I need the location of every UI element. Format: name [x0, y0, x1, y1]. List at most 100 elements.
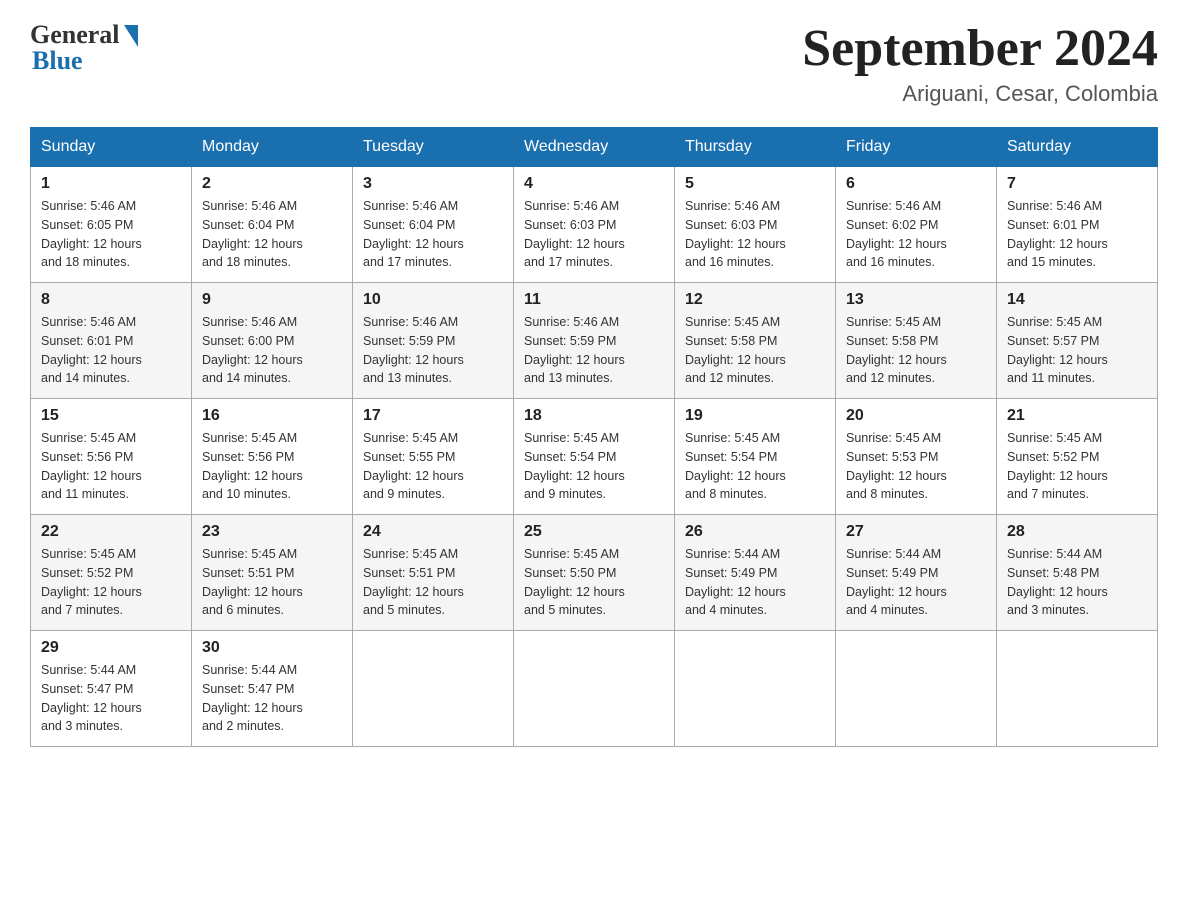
day-info: Sunrise: 5:44 AM Sunset: 5:49 PM Dayligh… [685, 545, 825, 620]
day-info: Sunrise: 5:45 AM Sunset: 5:52 PM Dayligh… [1007, 429, 1147, 504]
calendar-cell: 7 Sunrise: 5:46 AM Sunset: 6:01 PM Dayli… [997, 167, 1158, 283]
col-header-tuesday: Tuesday [353, 128, 514, 167]
title-section: September 2024 Ariguani, Cesar, Colombia [802, 20, 1158, 107]
logo-triangle-icon [124, 25, 138, 47]
calendar-cell: 11 Sunrise: 5:46 AM Sunset: 5:59 PM Dayl… [514, 283, 675, 399]
day-number: 2 [202, 175, 342, 193]
day-number: 16 [202, 407, 342, 425]
day-number: 9 [202, 291, 342, 309]
day-info: Sunrise: 5:44 AM Sunset: 5:49 PM Dayligh… [846, 545, 986, 620]
day-number: 15 [41, 407, 181, 425]
day-info: Sunrise: 5:45 AM Sunset: 5:53 PM Dayligh… [846, 429, 986, 504]
calendar-cell: 6 Sunrise: 5:46 AM Sunset: 6:02 PM Dayli… [836, 167, 997, 283]
day-number: 5 [685, 175, 825, 193]
calendar-cell: 19 Sunrise: 5:45 AM Sunset: 5:54 PM Dayl… [675, 399, 836, 515]
calendar-cell: 15 Sunrise: 5:45 AM Sunset: 5:56 PM Dayl… [31, 399, 192, 515]
day-info: Sunrise: 5:45 AM Sunset: 5:56 PM Dayligh… [41, 429, 181, 504]
calendar-cell [836, 631, 997, 747]
calendar-cell [514, 631, 675, 747]
calendar-cell: 17 Sunrise: 5:45 AM Sunset: 5:55 PM Dayl… [353, 399, 514, 515]
day-number: 21 [1007, 407, 1147, 425]
day-number: 14 [1007, 291, 1147, 309]
week-row-5: 29 Sunrise: 5:44 AM Sunset: 5:47 PM Dayl… [31, 631, 1158, 747]
day-number: 26 [685, 523, 825, 541]
calendar-table: Sunday Monday Tuesday Wednesday Thursday… [30, 127, 1158, 747]
day-info: Sunrise: 5:45 AM Sunset: 5:56 PM Dayligh… [202, 429, 342, 504]
week-row-2: 8 Sunrise: 5:46 AM Sunset: 6:01 PM Dayli… [31, 283, 1158, 399]
day-info: Sunrise: 5:44 AM Sunset: 5:47 PM Dayligh… [41, 661, 181, 736]
calendar-cell: 9 Sunrise: 5:46 AM Sunset: 6:00 PM Dayli… [192, 283, 353, 399]
day-number: 30 [202, 639, 342, 657]
col-header-monday: Monday [192, 128, 353, 167]
day-info: Sunrise: 5:45 AM Sunset: 5:50 PM Dayligh… [524, 545, 664, 620]
day-number: 11 [524, 291, 664, 309]
col-header-friday: Friday [836, 128, 997, 167]
day-info: Sunrise: 5:46 AM Sunset: 6:04 PM Dayligh… [202, 197, 342, 272]
week-row-4: 22 Sunrise: 5:45 AM Sunset: 5:52 PM Dayl… [31, 515, 1158, 631]
day-info: Sunrise: 5:46 AM Sunset: 6:03 PM Dayligh… [685, 197, 825, 272]
calendar-cell: 21 Sunrise: 5:45 AM Sunset: 5:52 PM Dayl… [997, 399, 1158, 515]
calendar-cell: 30 Sunrise: 5:44 AM Sunset: 5:47 PM Dayl… [192, 631, 353, 747]
calendar-cell: 29 Sunrise: 5:44 AM Sunset: 5:47 PM Dayl… [31, 631, 192, 747]
calendar-cell: 23 Sunrise: 5:45 AM Sunset: 5:51 PM Dayl… [192, 515, 353, 631]
calendar-cell: 18 Sunrise: 5:45 AM Sunset: 5:54 PM Dayl… [514, 399, 675, 515]
day-number: 27 [846, 523, 986, 541]
calendar-cell: 24 Sunrise: 5:45 AM Sunset: 5:51 PM Dayl… [353, 515, 514, 631]
day-info: Sunrise: 5:45 AM Sunset: 5:51 PM Dayligh… [202, 545, 342, 620]
calendar-cell: 27 Sunrise: 5:44 AM Sunset: 5:49 PM Dayl… [836, 515, 997, 631]
calendar-cell: 25 Sunrise: 5:45 AM Sunset: 5:50 PM Dayl… [514, 515, 675, 631]
day-number: 10 [363, 291, 503, 309]
logo: General Blue [30, 20, 138, 76]
day-info: Sunrise: 5:46 AM Sunset: 6:02 PM Dayligh… [846, 197, 986, 272]
logo-blue-text: Blue [32, 46, 83, 76]
week-row-3: 15 Sunrise: 5:45 AM Sunset: 5:56 PM Dayl… [31, 399, 1158, 515]
calendar-cell: 5 Sunrise: 5:46 AM Sunset: 6:03 PM Dayli… [675, 167, 836, 283]
day-info: Sunrise: 5:45 AM Sunset: 5:58 PM Dayligh… [846, 313, 986, 388]
day-info: Sunrise: 5:46 AM Sunset: 6:01 PM Dayligh… [1007, 197, 1147, 272]
calendar-cell [675, 631, 836, 747]
day-number: 24 [363, 523, 503, 541]
day-info: Sunrise: 5:46 AM Sunset: 6:05 PM Dayligh… [41, 197, 181, 272]
col-header-thursday: Thursday [675, 128, 836, 167]
calendar-cell [997, 631, 1158, 747]
calendar-cell: 14 Sunrise: 5:45 AM Sunset: 5:57 PM Dayl… [997, 283, 1158, 399]
week-row-1: 1 Sunrise: 5:46 AM Sunset: 6:05 PM Dayli… [31, 167, 1158, 283]
col-header-wednesday: Wednesday [514, 128, 675, 167]
day-info: Sunrise: 5:44 AM Sunset: 5:47 PM Dayligh… [202, 661, 342, 736]
calendar-cell [353, 631, 514, 747]
calendar-cell: 20 Sunrise: 5:45 AM Sunset: 5:53 PM Dayl… [836, 399, 997, 515]
calendar-cell: 3 Sunrise: 5:46 AM Sunset: 6:04 PM Dayli… [353, 167, 514, 283]
day-number: 6 [846, 175, 986, 193]
day-info: Sunrise: 5:45 AM Sunset: 5:58 PM Dayligh… [685, 313, 825, 388]
day-info: Sunrise: 5:45 AM Sunset: 5:55 PM Dayligh… [363, 429, 503, 504]
day-number: 3 [363, 175, 503, 193]
day-number: 22 [41, 523, 181, 541]
day-number: 18 [524, 407, 664, 425]
calendar-cell: 22 Sunrise: 5:45 AM Sunset: 5:52 PM Dayl… [31, 515, 192, 631]
day-number: 13 [846, 291, 986, 309]
day-info: Sunrise: 5:46 AM Sunset: 6:01 PM Dayligh… [41, 313, 181, 388]
day-number: 20 [846, 407, 986, 425]
calendar-cell: 10 Sunrise: 5:46 AM Sunset: 5:59 PM Dayl… [353, 283, 514, 399]
day-number: 4 [524, 175, 664, 193]
calendar-cell: 8 Sunrise: 5:46 AM Sunset: 6:01 PM Dayli… [31, 283, 192, 399]
col-header-sunday: Sunday [31, 128, 192, 167]
calendar-cell: 2 Sunrise: 5:46 AM Sunset: 6:04 PM Dayli… [192, 167, 353, 283]
day-info: Sunrise: 5:46 AM Sunset: 6:04 PM Dayligh… [363, 197, 503, 272]
day-number: 12 [685, 291, 825, 309]
col-header-saturday: Saturday [997, 128, 1158, 167]
day-info: Sunrise: 5:45 AM Sunset: 5:54 PM Dayligh… [524, 429, 664, 504]
day-number: 7 [1007, 175, 1147, 193]
day-number: 8 [41, 291, 181, 309]
calendar-header-row: Sunday Monday Tuesday Wednesday Thursday… [31, 128, 1158, 167]
day-number: 19 [685, 407, 825, 425]
day-number: 17 [363, 407, 503, 425]
calendar-cell: 28 Sunrise: 5:44 AM Sunset: 5:48 PM Dayl… [997, 515, 1158, 631]
location-text: Ariguani, Cesar, Colombia [802, 81, 1158, 107]
day-number: 25 [524, 523, 664, 541]
day-info: Sunrise: 5:46 AM Sunset: 6:00 PM Dayligh… [202, 313, 342, 388]
calendar-cell: 13 Sunrise: 5:45 AM Sunset: 5:58 PM Dayl… [836, 283, 997, 399]
day-info: Sunrise: 5:44 AM Sunset: 5:48 PM Dayligh… [1007, 545, 1147, 620]
day-info: Sunrise: 5:45 AM Sunset: 5:52 PM Dayligh… [41, 545, 181, 620]
calendar-cell: 12 Sunrise: 5:45 AM Sunset: 5:58 PM Dayl… [675, 283, 836, 399]
